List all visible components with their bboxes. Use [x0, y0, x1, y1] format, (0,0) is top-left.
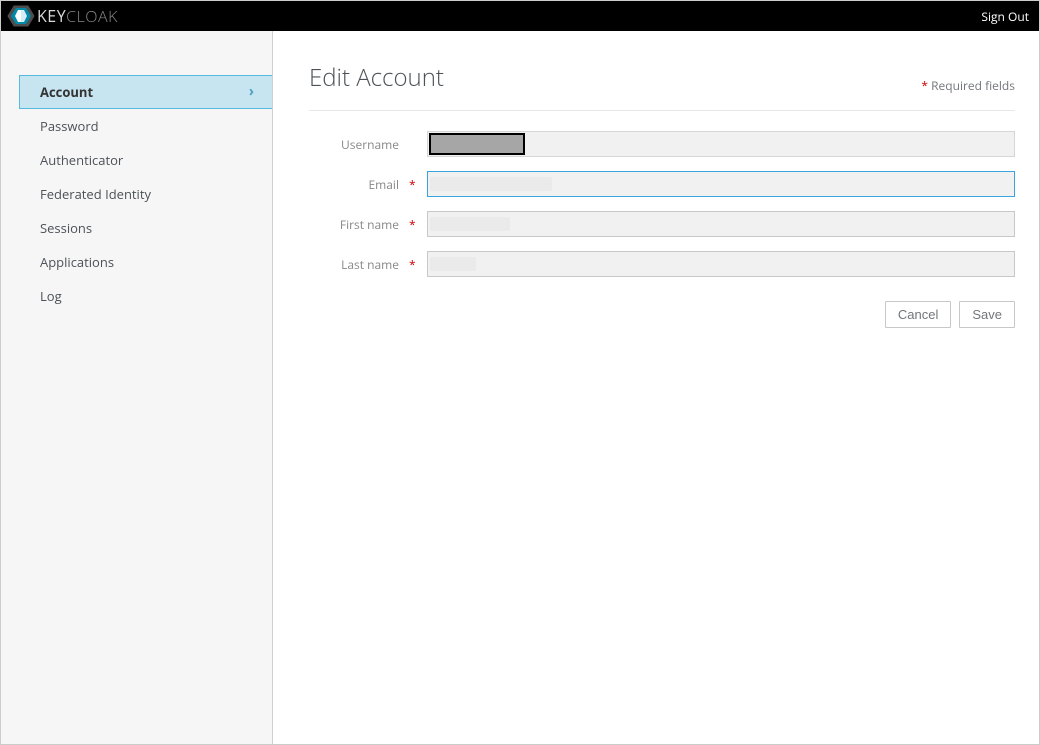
sidebar-item-account[interactable]: Account ›	[19, 75, 272, 109]
asterisk-icon: *	[409, 216, 415, 233]
label-wrap: First name *	[309, 216, 427, 233]
form-row-email: Email *	[309, 171, 1015, 197]
keycloak-logo-icon	[7, 5, 35, 27]
email-input[interactable]	[427, 171, 1015, 197]
email-label: Email	[368, 176, 399, 193]
sidebar-item-label: Password	[40, 117, 99, 135]
sidebar-nav: Account › Password Authenticator Federat…	[19, 75, 272, 313]
firstname-label: First name	[340, 216, 399, 233]
sidebar-item-authenticator[interactable]: Authenticator	[19, 143, 272, 177]
sidebar-item-password[interactable]: Password	[19, 109, 272, 143]
asterisk-icon: *	[409, 176, 415, 193]
sidebar-item-label: Applications	[40, 253, 114, 271]
firstname-input[interactable]	[427, 211, 1015, 237]
save-button[interactable]: Save	[959, 301, 1015, 328]
brand: KEYCLOAK	[7, 5, 118, 27]
label-wrap: Email *	[309, 176, 427, 193]
brand-text: KEYCLOAK	[37, 5, 118, 27]
sidebar-item-label: Account	[40, 83, 93, 101]
sidebar-item-label: Federated Identity	[40, 185, 151, 203]
cancel-button[interactable]: Cancel	[885, 301, 951, 328]
sidebar-item-federated-identity[interactable]: Federated Identity	[19, 177, 272, 211]
sidebar-item-label: Sessions	[40, 219, 92, 237]
lastname-input[interactable]	[427, 251, 1015, 277]
form-row-firstname: First name *	[309, 211, 1015, 237]
label-wrap: Username	[309, 136, 427, 153]
page-title: Edit Account	[309, 61, 444, 94]
label-wrap: Last name *	[309, 256, 427, 273]
asterisk-icon: *	[921, 77, 928, 94]
sidebar-item-label: Authenticator	[40, 151, 123, 169]
form-actions: Cancel Save	[309, 301, 1015, 328]
lastname-label: Last name	[341, 256, 399, 273]
chevron-right-icon: ›	[249, 83, 254, 101]
page-header: Edit Account * Required fields	[309, 61, 1015, 111]
form-row-lastname: Last name *	[309, 251, 1015, 277]
sidebar-item-sessions[interactable]: Sessions	[19, 211, 272, 245]
asterisk-icon: *	[409, 256, 415, 273]
username-label: Username	[341, 136, 399, 153]
username-input	[427, 131, 1015, 157]
top-navbar: KEYCLOAK Sign Out	[1, 1, 1039, 31]
required-fields-note: * Required fields	[921, 77, 1015, 94]
sidebar-item-applications[interactable]: Applications	[19, 245, 272, 279]
spacer	[409, 136, 415, 153]
sidebar: Account › Password Authenticator Federat…	[1, 31, 273, 744]
main-content: Edit Account * Required fields Username …	[273, 31, 1039, 744]
sidebar-item-log[interactable]: Log	[19, 279, 272, 313]
sidebar-item-label: Log	[40, 287, 62, 305]
form-row-username: Username	[309, 131, 1015, 157]
sign-out-link[interactable]: Sign Out	[981, 8, 1029, 25]
redacted-block	[429, 133, 525, 155]
